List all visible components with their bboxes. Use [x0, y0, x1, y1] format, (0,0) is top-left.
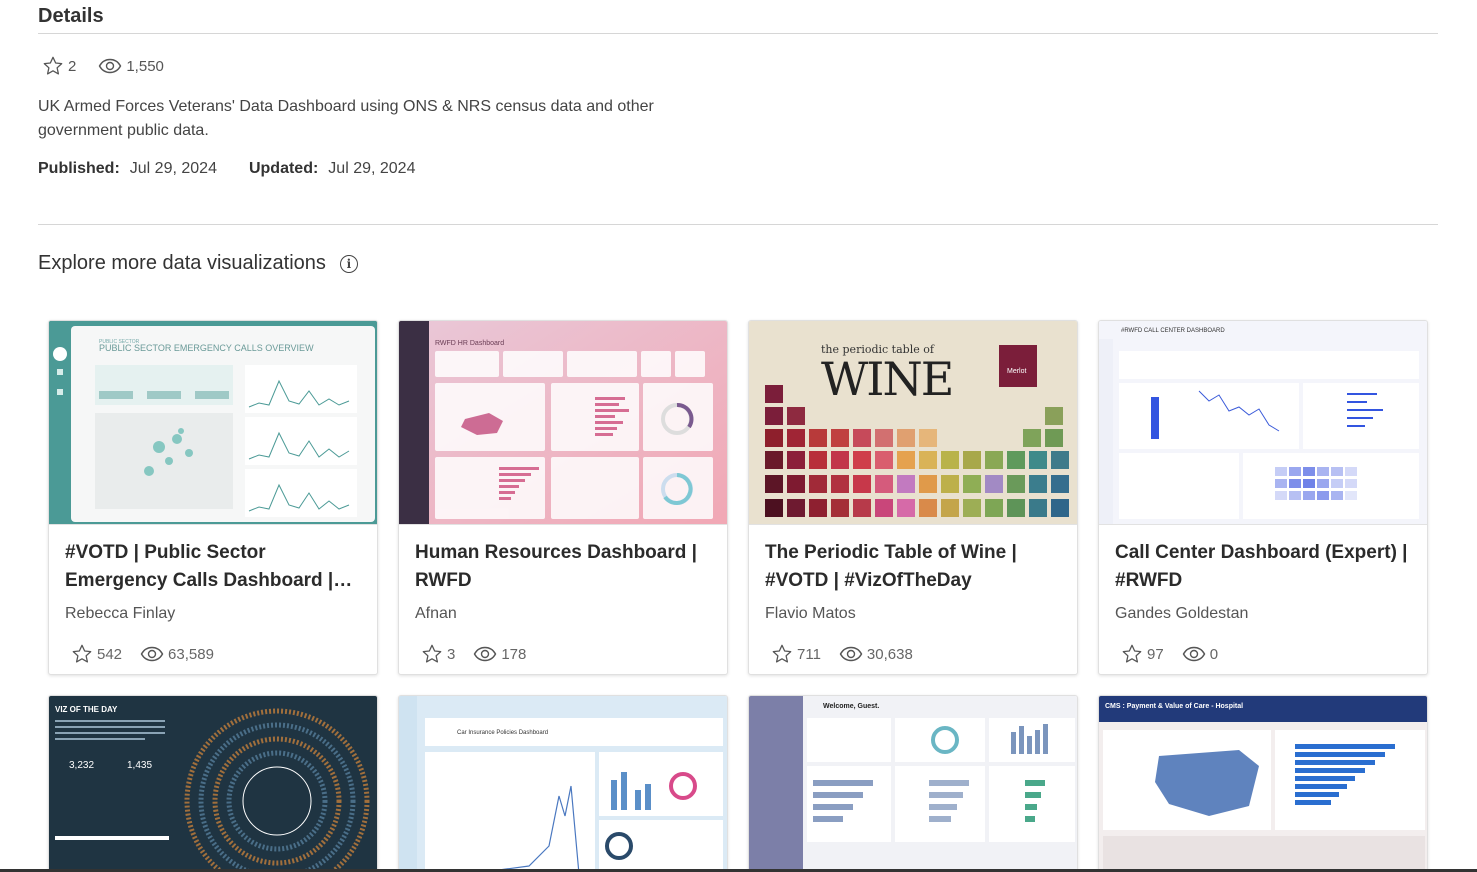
thumb-title: CMS : Payment & Value of Care - Hospital [1105, 703, 1243, 710]
card-stats: 3 178 [421, 643, 526, 665]
card-title[interactable]: Human Resources Dashboard | RWFD [415, 539, 715, 595]
favorite-count: 711 [797, 645, 821, 663]
thumbnail-image: CMS : Payment & Value of Care - Hospital [1099, 696, 1427, 872]
card-title[interactable]: #VOTD | Public Sector Emergency Calls Da… [65, 539, 365, 595]
thumbnail-image: Welcome, Guest. [749, 696, 1077, 872]
thumb-element: Merlot [1007, 368, 1027, 375]
viz-card[interactable]: VIZ OF THE DAY 3,232 1,435 [48, 695, 378, 872]
star-icon [43, 56, 63, 75]
star-icon[interactable] [771, 643, 793, 665]
explore-header: Explore more data visualizations i [38, 252, 358, 275]
published-date: Jul 29, 2024 [129, 160, 217, 177]
viz-card[interactable]: Welcome, Guest. [748, 695, 1078, 872]
view-count: 178 [501, 645, 527, 663]
card-title[interactable]: Call Center Dashboard (Expert) | #RWFD [1115, 539, 1415, 595]
thumbnail-image: #RWFD CALL CENTER DASHBOARD [1099, 321, 1427, 524]
viz-card[interactable]: Car Insurance Policies Dashboard [398, 695, 728, 872]
updated-label: Updated: [248, 160, 319, 177]
star-icon[interactable] [71, 643, 93, 665]
details-title: Details [38, 5, 104, 27]
thumbnail-image: Car Insurance Policies Dashboard [399, 696, 727, 872]
card-title-text: Human Resources Dashboard | RWFD [415, 542, 697, 591]
viz-card[interactable]: the periodic table of WINE Merlot The Pe… [748, 320, 1078, 675]
card-stats: 97 0 [1121, 643, 1218, 665]
thumbnail-image: VIZ OF THE DAY 3,232 1,435 [49, 696, 377, 872]
thumb-title: VIZ OF THE DAY [55, 705, 118, 714]
viz-thumbnail[interactable]: CMS : Payment & Value of Care - Hospital [1099, 696, 1427, 872]
view-count: 0 [1209, 645, 1219, 663]
viz-card[interactable]: RWFD HR Dashboard Human Resources Dashbo… [398, 320, 728, 675]
card-author[interactable]: Afnan [415, 605, 457, 623]
eye-icon [140, 646, 164, 662]
eye-icon [474, 646, 497, 662]
thumb-title: WINE [821, 352, 952, 406]
publish-dates: Published: Jul 29, 2024 Updated: Jul 29,… [38, 160, 415, 178]
favorite-count: 542 [97, 645, 123, 663]
view-count: 1,550 [126, 57, 164, 75]
view-count: 63,589 [168, 645, 214, 663]
thumb-title: PUBLIC SECTOR EMERGENCY CALLS OVERVIEW [99, 343, 314, 353]
eye-icon [1182, 646, 1205, 662]
favorite-count: 2 [68, 57, 77, 75]
thumb-stat: 3,232 [69, 760, 94, 771]
star-icon[interactable] [421, 643, 443, 665]
card-title[interactable]: The Periodic Table of Wine | #VOTD | #Vi… [765, 539, 1065, 595]
thumbnail-image: PUBLIC SECTOR PUBLIC SECTOR EMERGENCY CA… [49, 321, 377, 524]
thumbnail-image: RWFD HR Dashboard [399, 321, 727, 524]
card-title-text: Call Center Dashboard (Expert) | #RWFD [1115, 542, 1408, 591]
card-stats: 711 30,638 [771, 643, 913, 665]
thumb-title: #RWFD CALL CENTER DASHBOARD [1121, 328, 1225, 334]
viz-thumbnail[interactable]: Welcome, Guest. [749, 696, 1077, 872]
card-title-text: #VOTD | Public Sector Emergency Calls Da… [65, 542, 334, 591]
viz-card[interactable]: #RWFD CALL CENTER DASHBOARD Call Center … [1098, 320, 1428, 675]
viz-card[interactable]: CMS : Payment & Value of Care - Hospital [1098, 695, 1428, 872]
viz-thumbnail[interactable]: the periodic table of WINE Merlot [749, 321, 1077, 525]
viz-thumbnail[interactable]: Car Insurance Policies Dashboard [399, 696, 727, 872]
thumb-title: Car Insurance Policies Dashboard [457, 730, 548, 736]
thumb-title: RWFD HR Dashboard [435, 340, 504, 347]
thumb-title: Welcome, Guest. [823, 703, 879, 710]
divider [38, 33, 1438, 34]
view-count: 30,638 [866, 645, 913, 663]
divider [38, 224, 1438, 225]
star-icon[interactable] [1121, 643, 1143, 665]
card-stats: 542 63,589 [71, 643, 214, 665]
viz-description: UK Armed Forces Veterans' Data Dashboard… [38, 98, 654, 139]
favorite-count: 3 [447, 645, 456, 663]
thumb-stat: 1,435 [127, 760, 152, 771]
views-stat: 1,550 [98, 57, 164, 75]
details-stats: 2 1,550 [42, 55, 164, 77]
card-author[interactable]: Rebecca Finlay [65, 605, 175, 623]
viz-card[interactable]: PUBLIC SECTOR PUBLIC SECTOR EMERGENCY CA… [48, 320, 378, 675]
viz-thumbnail[interactable]: #RWFD CALL CENTER DASHBOARD [1099, 321, 1427, 525]
eye-icon [839, 646, 863, 662]
viz-thumbnail[interactable]: VIZ OF THE DAY 3,232 1,435 [49, 696, 377, 872]
viz-thumbnail[interactable]: PUBLIC SECTOR PUBLIC SECTOR EMERGENCY CA… [49, 321, 377, 525]
favorite-stat[interactable]: 2 [42, 55, 76, 77]
viz-thumbnail[interactable]: RWFD HR Dashboard [399, 321, 727, 525]
eye-icon [99, 58, 122, 74]
card-title-text: The Periodic Table of Wine | #VOTD | #Vi… [765, 542, 1017, 591]
explore-title: Explore more data visualizations [38, 252, 326, 274]
info-icon[interactable]: i [339, 254, 358, 273]
card-author[interactable]: Flavio Matos [765, 605, 856, 623]
card-author[interactable]: Gandes Goldestan [1115, 605, 1248, 623]
favorite-count: 97 [1147, 645, 1164, 663]
published-label: Published: [38, 160, 120, 177]
updated-date: Jul 29, 2024 [328, 160, 416, 177]
thumbnail-image: the periodic table of WINE Merlot [749, 321, 1077, 524]
